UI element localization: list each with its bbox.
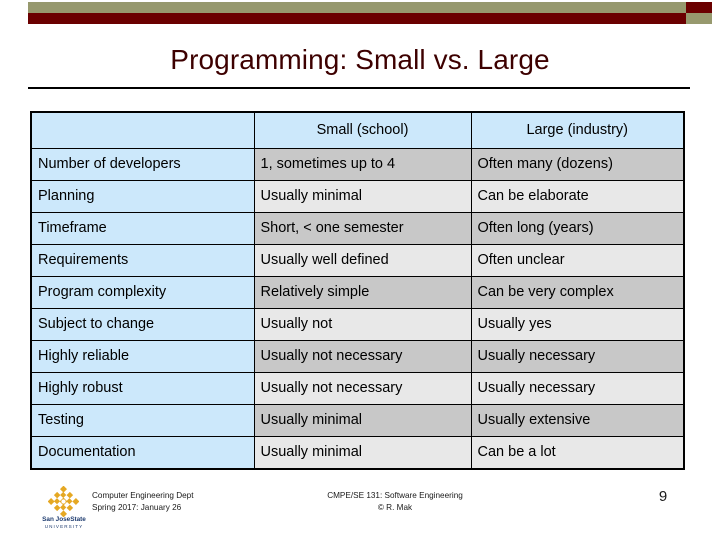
row-label-cell: Documentation	[30, 436, 255, 470]
row-small-cell: 1, sometimes up to 4	[253, 148, 472, 181]
row-large-cell: Often long (years)	[470, 212, 685, 245]
row-small-cell: Usually not	[253, 308, 472, 341]
row-large-cell: Often unclear	[470, 244, 685, 277]
row-small-cell: Usually minimal	[253, 180, 472, 213]
table-row: Number of developers 1, sometimes up to 4…	[30, 148, 685, 181]
row-large-cell: Usually extensive	[470, 404, 685, 437]
top-banner	[0, 0, 720, 26]
page-number: 9	[658, 488, 668, 505]
row-label-cell: Testing	[30, 404, 255, 437]
row-large-cell: Usually necessary	[470, 340, 685, 373]
sjsu-logo: San JoseState UNIVERSITY	[40, 486, 88, 534]
table-row: Documentation Usually minimal Can be a lot	[30, 436, 685, 470]
sjsu-logo-name: San JoseState	[42, 516, 86, 523]
row-large-cell: Usually necessary	[470, 372, 685, 405]
row-label-cell: Number of developers	[30, 148, 255, 181]
row-small-cell: Short, < one semester	[253, 212, 472, 245]
comparison-table: Small (school) Large (industry) Number o…	[30, 111, 685, 470]
row-label-cell: Program complexity	[30, 276, 255, 309]
row-small-cell: Usually minimal	[253, 404, 472, 437]
footer-copyright: © R. Mak	[377, 503, 413, 512]
row-small-cell: Usually not necessary	[253, 372, 472, 405]
footer-course: CMPE/SE 131: Software Engineering	[327, 491, 463, 500]
footer-left-text: Computer Engineering Dept Spring 2017: J…	[92, 490, 194, 514]
banner-corner-khaki-block	[686, 13, 712, 24]
row-large-cell: Can be elaborate	[470, 180, 685, 213]
column-header-blank	[30, 111, 255, 149]
column-header-large: Large (industry)	[470, 111, 685, 149]
row-small-cell: Relatively simple	[253, 276, 472, 309]
banner-corner-maroon-block	[686, 2, 712, 13]
row-label-cell: Planning	[30, 180, 255, 213]
row-large-cell: Can be a lot	[470, 436, 685, 470]
row-large-cell: Can be very complex	[470, 276, 685, 309]
row-small-cell: Usually not necessary	[253, 340, 472, 373]
sjsu-diamond-emblem-icon	[48, 486, 79, 517]
table-row: Highly robust Usually not necessary Usuall…	[30, 372, 685, 405]
banner-khaki-stripe	[28, 2, 686, 13]
table-row: Planning Usually minimal Can be elaborate	[30, 180, 685, 213]
column-header-small: Small (school)	[253, 111, 472, 149]
footer-dept: Computer Engineering Dept	[92, 491, 194, 500]
row-label-cell: Requirements	[30, 244, 255, 277]
table-row: Requirements Usually well defined Often un…	[30, 244, 685, 277]
row-small-cell: Usually well defined	[253, 244, 472, 277]
row-small-cell: Usually minimal	[253, 436, 472, 470]
row-label-cell: Highly robust	[30, 372, 255, 405]
table-row: Timeframe Short, < one semester Often long…	[30, 212, 685, 245]
banner-maroon-stripe	[28, 13, 686, 24]
table-row: Program complexity Relatively simple Can b…	[30, 276, 685, 309]
row-large-cell: Usually yes	[470, 308, 685, 341]
row-large-cell: Often many (dozens)	[470, 148, 685, 181]
slide-footer: San JoseState UNIVERSITY Computer Engine…	[0, 484, 720, 540]
table-row: Testing Usually minimal Usually extensive	[30, 404, 685, 437]
table-header-row: Small (school) Large (industry)	[30, 111, 685, 149]
table-body: Number of developers 1, sometimes up to 4…	[30, 148, 685, 470]
row-label-cell: Timeframe	[30, 212, 255, 245]
footer-term: Spring 2017: January 26	[92, 503, 182, 512]
table-row: Highly reliable Usually not necessary Usua…	[30, 340, 685, 373]
row-label-cell: Highly reliable	[30, 340, 255, 373]
sjsu-logo-subtitle: UNIVERSITY	[44, 524, 84, 529]
title-divider	[28, 87, 690, 89]
table-row: Subject to change Usually not Usually yes	[30, 308, 685, 341]
page-title: Programming: Small vs. Large	[170, 44, 550, 75]
footer-center-text: CMPE/SE 131: Software Engineering © R. M…	[250, 490, 540, 514]
row-label-cell: Subject to change	[30, 308, 255, 341]
